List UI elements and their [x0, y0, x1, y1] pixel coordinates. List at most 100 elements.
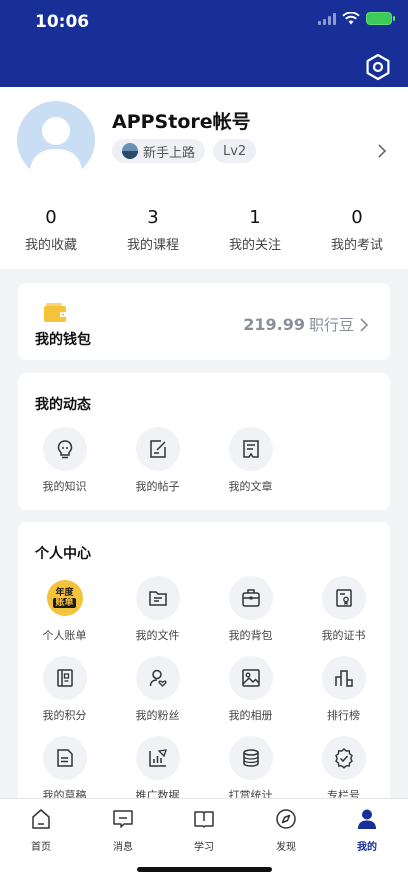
compass-icon	[276, 809, 296, 829]
grid-label: 我的帖子	[135, 480, 180, 493]
my-articles-item[interactable]: 我的文章	[204, 427, 297, 494]
certificate-icon	[335, 589, 352, 607]
tab-label: 首页	[31, 842, 51, 853]
my-album-item[interactable]: 我的相册	[204, 656, 297, 723]
tab-label: 我的	[357, 842, 377, 853]
home-indicator	[137, 867, 272, 872]
grid-label: 我的知识	[42, 480, 87, 493]
my-files-item[interactable]: 我的文件	[111, 576, 204, 643]
chevron-right-icon[interactable]	[376, 143, 388, 159]
wallet-label: 我的钱包	[35, 332, 91, 348]
chevron-right-icon	[360, 317, 369, 332]
my-knowledge-item[interactable]: 我的知识	[18, 427, 111, 494]
level-tag-label: Lv2	[223, 143, 247, 159]
grid-label: 个人账单	[42, 629, 87, 642]
my-certificates-item[interactable]: 我的证书	[297, 576, 390, 643]
backpack-icon	[241, 589, 260, 607]
lightbulb-icon	[57, 440, 72, 459]
home-icon	[32, 809, 50, 829]
avatar-placeholder-icon	[29, 117, 83, 179]
stat-label: 我的关注	[228, 238, 281, 253]
grid-label: 我的文件	[135, 629, 180, 642]
grid-label: 排行榜	[327, 709, 360, 722]
my-points-item[interactable]: 我的积分	[18, 656, 111, 723]
settings-button[interactable]	[364, 53, 392, 81]
stat-label: 我的课程	[126, 238, 179, 253]
my-posts-item[interactable]: 我的帖子	[111, 427, 204, 494]
level-tag[interactable]: Lv2	[213, 139, 257, 163]
ranking-item[interactable]: 排行榜	[297, 656, 390, 723]
tab-home[interactable]: 首页	[0, 807, 82, 853]
edit-note-icon	[149, 440, 166, 458]
promo-data-item[interactable]: 推广数据	[111, 736, 204, 803]
battery-icon	[366, 12, 395, 25]
draft-icon	[56, 749, 73, 767]
personal-center-card: 个人中心 年度 账单 个人账单 我的文件 我的背包 我的证书 我的积分 我的粉丝…	[18, 522, 390, 812]
profile-icon	[358, 809, 376, 829]
grid-label: 我的粉丝	[135, 709, 180, 722]
wallet-icon	[44, 303, 68, 322]
column-badge-icon	[334, 748, 353, 769]
badge-text-line2: 账单	[53, 598, 76, 608]
stats-row: 0 我的收藏 3 我的课程 1 我的关注 0 我的考试	[0, 207, 408, 253]
grid-label: 我的相册	[228, 709, 273, 722]
cellular-signal-icon	[318, 12, 336, 25]
tab-study[interactable]: 学习	[163, 807, 245, 853]
ranking-icon	[334, 670, 353, 687]
profile-section: APPStore帐号 新手上路 Lv2 0 我的收藏 3 我的课程 1 我的关注…	[0, 87, 408, 269]
study-icon	[194, 811, 214, 828]
grid-label: 我的积分	[42, 709, 87, 722]
tab-profile[interactable]: 我的	[326, 807, 408, 853]
tab-messages[interactable]: 消息	[82, 807, 164, 853]
personal-bill-item[interactable]: 年度 账单 个人账单	[18, 576, 111, 643]
wallet-balance[interactable]: 219.99 职行豆	[243, 314, 370, 335]
status-icons	[318, 12, 395, 25]
avatar[interactable]	[17, 101, 95, 179]
dynamics-title: 我的动态	[35, 397, 91, 413]
wifi-icon	[342, 12, 360, 25]
yearly-bill-icon: 年度 账单	[46, 580, 83, 616]
tab-label: 消息	[113, 842, 133, 853]
wallet-card[interactable]: 我的钱包 219.99 职行豆	[18, 283, 390, 360]
reward-stats-item[interactable]: 打赏统计	[204, 736, 297, 803]
grid-label: 我的文章	[228, 480, 273, 493]
status-time: 10:06	[35, 12, 90, 32]
username: APPStore帐号	[112, 111, 251, 133]
tab-label: 发现	[276, 842, 296, 853]
badge-text-line1: 年度	[55, 588, 74, 598]
column-badge-item[interactable]: 专栏号	[297, 736, 390, 803]
points-icon	[56, 669, 73, 687]
dynamics-card: 我的动态 我的知识 我的帖子 我的文章	[18, 373, 390, 510]
stat-value: 0	[45, 207, 57, 228]
personal-center-title: 个人中心	[35, 546, 91, 562]
header-bar: 10:06	[0, 0, 408, 87]
my-backpack-item[interactable]: 我的背包	[204, 576, 297, 643]
stat-favorites[interactable]: 0 我的收藏	[0, 207, 102, 253]
stat-exams[interactable]: 0 我的考试	[306, 207, 408, 253]
reward-stats-icon	[242, 749, 259, 767]
stat-value: 1	[249, 207, 261, 228]
album-icon	[241, 669, 260, 687]
tab-discover[interactable]: 发现	[245, 807, 327, 853]
rank-icon	[122, 143, 138, 159]
fans-icon	[149, 669, 167, 687]
stat-value: 0	[351, 207, 363, 228]
stat-value: 3	[147, 207, 159, 228]
my-drafts-item[interactable]: 我的草稿	[18, 736, 111, 803]
tab-label: 学习	[194, 842, 214, 853]
folder-icon	[148, 591, 167, 606]
stat-label: 我的收藏	[24, 238, 77, 253]
rank-tag[interactable]: 新手上路	[112, 139, 206, 163]
grid-label: 我的证书	[321, 629, 366, 642]
wallet-unit: 职行豆	[308, 316, 354, 334]
rank-tag-label: 新手上路	[143, 145, 196, 161]
stat-following[interactable]: 1 我的关注	[204, 207, 306, 253]
promo-data-icon	[148, 749, 167, 767]
article-icon	[242, 440, 259, 458]
grid-label: 我的背包	[228, 629, 273, 642]
stat-label: 我的考试	[330, 238, 383, 253]
wallet-amount: 219.99	[243, 315, 305, 334]
stat-courses[interactable]: 3 我的课程	[102, 207, 204, 253]
my-fans-item[interactable]: 我的粉丝	[111, 656, 204, 723]
message-icon	[113, 810, 133, 828]
